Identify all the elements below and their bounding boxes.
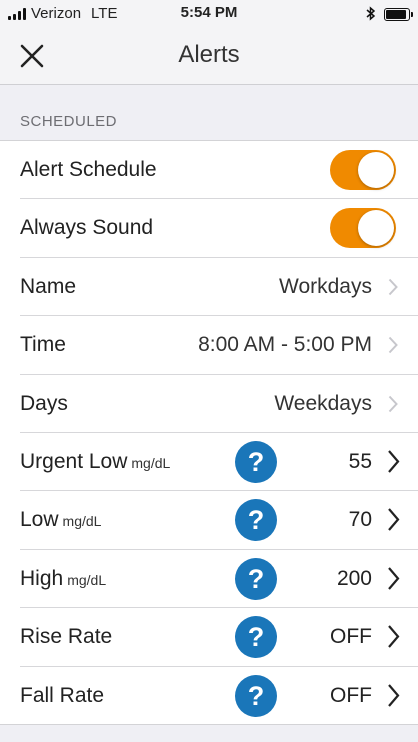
urgent-low-row[interactable]: Urgent Low mg/dL ? 55 <box>20 433 418 492</box>
fall-rate-row[interactable]: Fall Rate ? OFF <box>20 667 418 724</box>
row-label: Always Sound <box>20 216 154 240</box>
alert-schedule-toggle[interactable] <box>330 150 396 190</box>
row-value: Workdays <box>279 274 372 298</box>
chevron-right-icon <box>388 625 400 648</box>
chevron-right-icon <box>388 278 398 295</box>
alerts-list: Alert Schedule Always Sound Name Workday… <box>0 140 418 725</box>
row-label: Days <box>20 391 68 415</box>
unit-label: mg/dL <box>62 513 102 530</box>
toggle-knob <box>358 210 394 247</box>
row-label: Alert Schedule <box>20 158 157 181</box>
row-label-text: Low <box>20 508 59 532</box>
section-header-scheduled: SCHEDULED <box>20 113 118 130</box>
alert-schedule-row: Alert Schedule <box>20 141 418 200</box>
row-value: OFF <box>330 683 372 707</box>
status-bar: Verizon LTE 5:54 PM <box>0 0 418 28</box>
row-label-text: High <box>20 566 64 590</box>
row-value: Weekdays <box>274 391 372 415</box>
rise-rate-help-button[interactable]: ? <box>235 616 277 659</box>
row-value: OFF <box>330 625 372 649</box>
days-row[interactable]: Days Weekdays <box>20 375 418 433</box>
row-label: Rise Rate <box>20 625 113 649</box>
always-sound-row: Always Sound <box>20 199 418 258</box>
chevron-right-icon <box>388 508 400 532</box>
status-time: 5:54 PM <box>180 4 238 21</box>
fall-rate-help-button[interactable]: ? <box>235 674 277 717</box>
always-sound-toggle[interactable] <box>330 208 396 249</box>
row-label: Time <box>20 333 66 357</box>
rise-rate-row[interactable]: Rise Rate ? OFF <box>20 608 418 667</box>
battery-icon <box>384 8 413 21</box>
status-right <box>366 6 413 23</box>
row-value: 8:00 AM - 5:00 PM <box>198 333 372 357</box>
chevron-right-icon <box>388 395 398 412</box>
chevron-right-icon <box>388 567 400 590</box>
bluetooth-icon <box>366 6 376 23</box>
page-title: Alerts <box>178 41 240 68</box>
chevron-right-icon <box>388 683 400 707</box>
nav-bar: Alerts <box>0 28 418 85</box>
row-label: Fall Rate <box>20 683 105 707</box>
row-label: High mg/dL <box>20 567 106 591</box>
unit-label: mg/dL <box>67 571 107 588</box>
row-label: Low mg/dL <box>20 508 101 532</box>
low-help-button[interactable]: ? <box>235 499 277 542</box>
name-row[interactable]: Name Workdays <box>20 258 418 317</box>
row-label-text: Urgent Low <box>20 449 128 473</box>
time-row[interactable]: Time 8:00 AM - 5:00 PM <box>20 316 418 375</box>
row-value: 55 <box>348 449 372 473</box>
urgent-low-help-button[interactable]: ? <box>235 440 277 483</box>
high-help-button[interactable]: ? <box>235 557 277 600</box>
chevron-right-icon <box>388 336 398 354</box>
row-label: Name <box>20 274 77 298</box>
chevron-right-icon <box>388 450 400 473</box>
toggle-knob <box>358 152 394 188</box>
high-row[interactable]: High mg/dL ? 200 <box>20 550 418 609</box>
row-value: 200 <box>336 566 372 590</box>
unit-label: mg/dL <box>131 454 171 471</box>
low-row[interactable]: Low mg/dL ? 70 <box>20 491 418 550</box>
row-label: Urgent Low mg/dL <box>20 450 170 474</box>
battery-level <box>386 10 406 19</box>
row-value: 70 <box>348 508 372 532</box>
